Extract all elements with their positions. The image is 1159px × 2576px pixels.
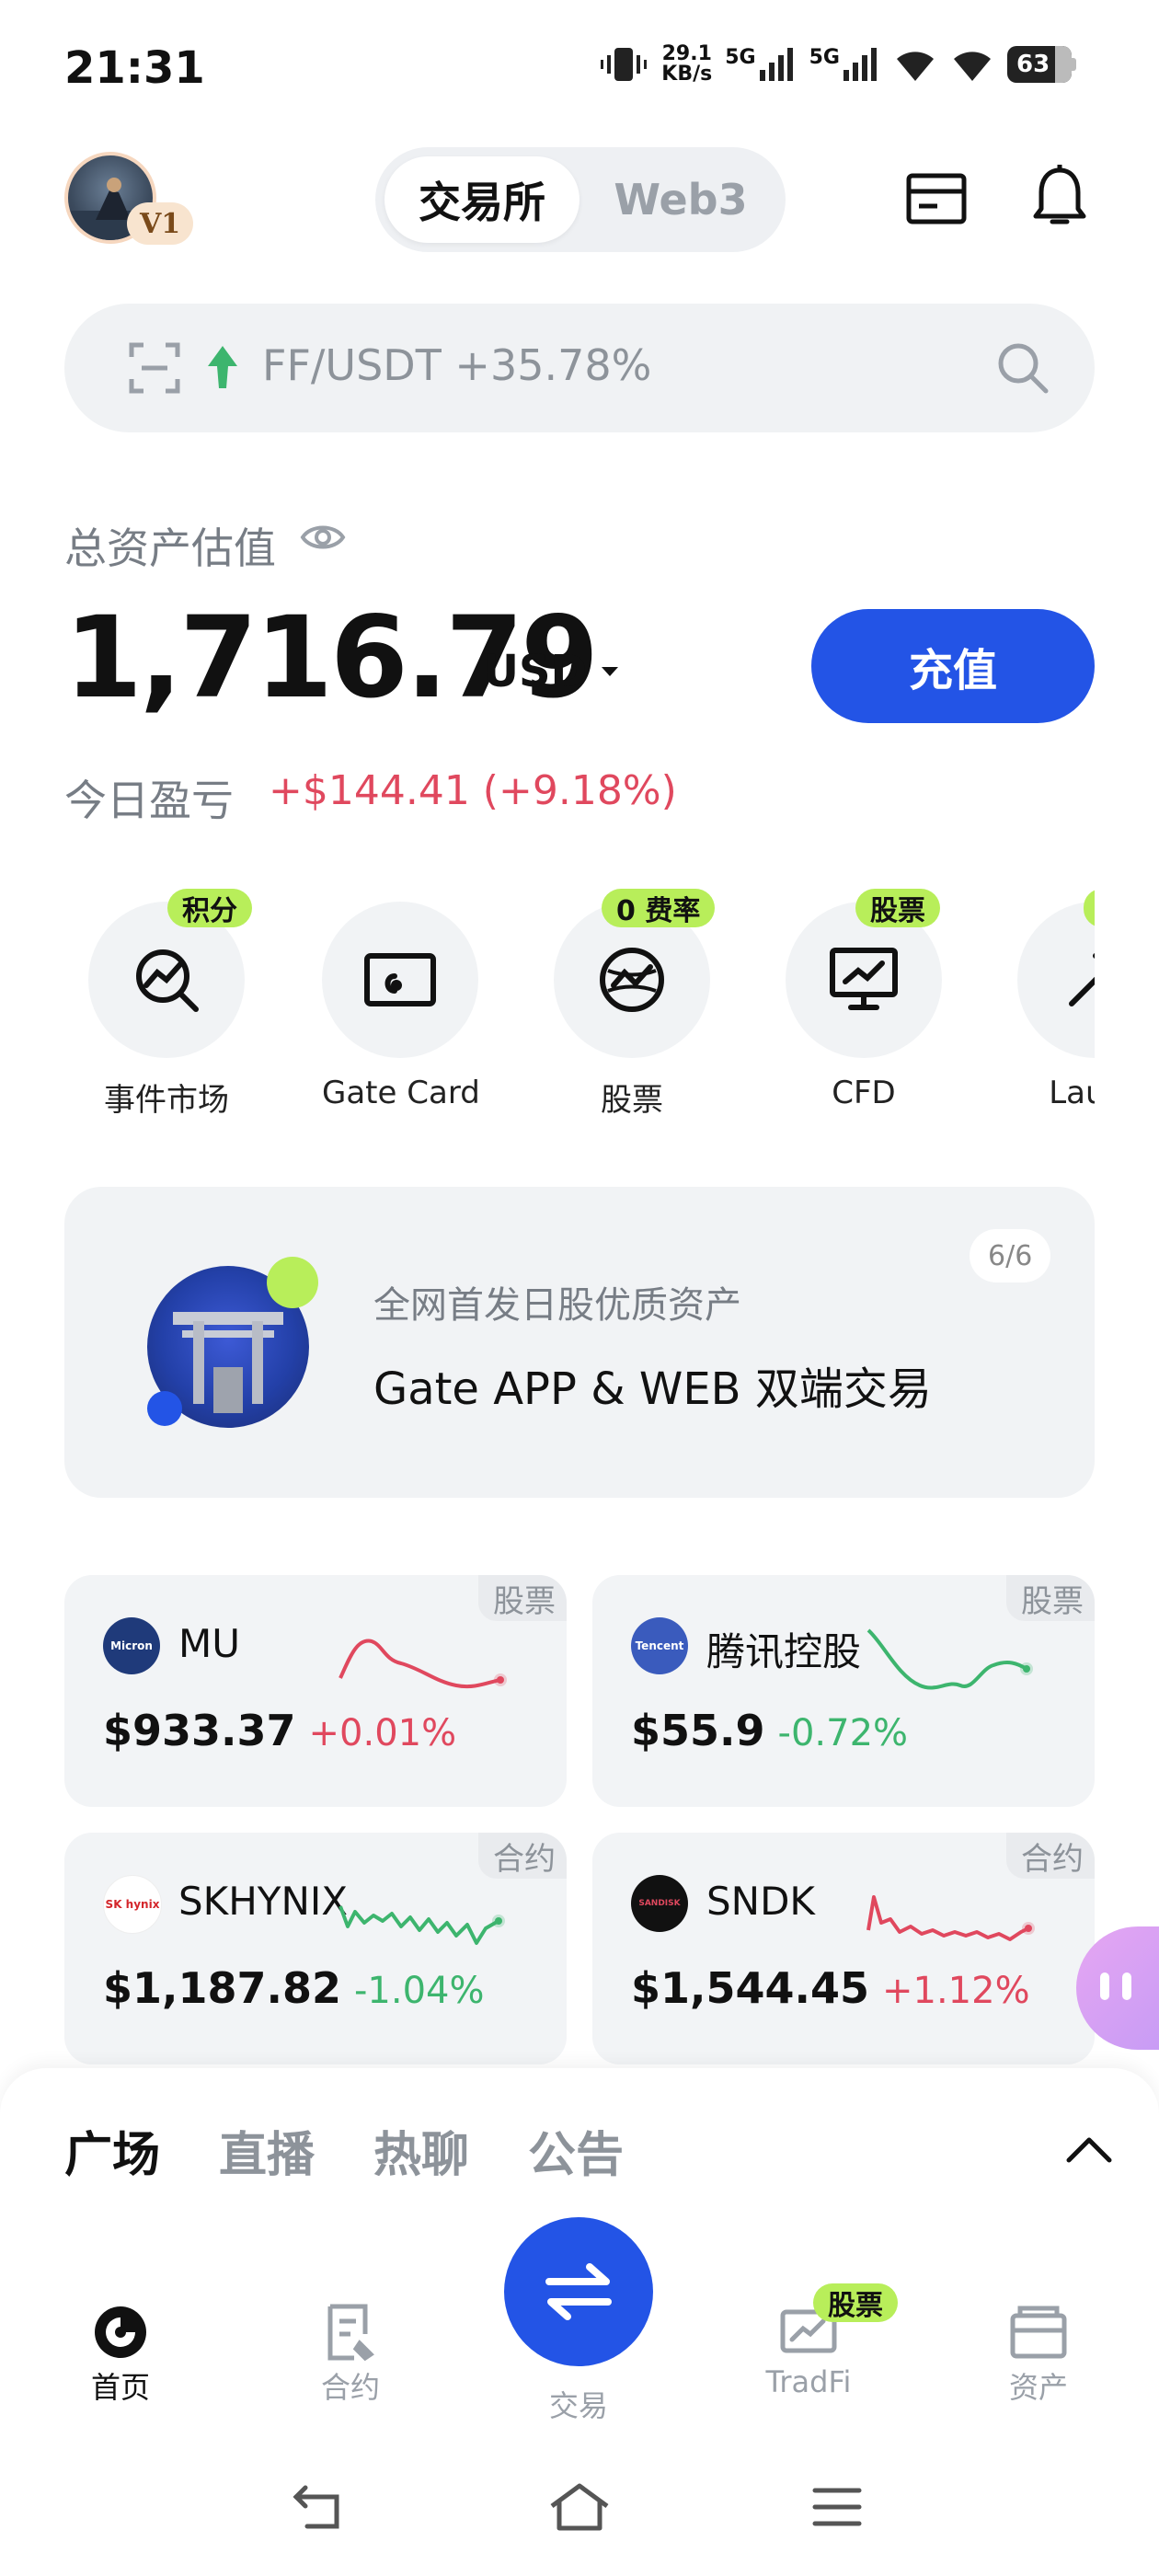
banner-title: Gate APP & WEB 双端交易 <box>373 1363 932 1415</box>
banner-decor-dot <box>267 1257 318 1308</box>
chevron-up-icon[interactable] <box>1065 2134 1113 2168</box>
eye-icon[interactable] <box>300 521 346 558</box>
shortcut-launch-clip: Launc <box>1017 889 1095 1119</box>
currency-selector[interactable]: USD <box>483 646 620 697</box>
total-assets-label: 总资产估值 <box>64 523 276 573</box>
market-card-tencent[interactable]: 股票 Tencent 腾讯控股 $55.9 -0.72% <box>592 1575 1095 1807</box>
shortcut-tag: 股票 <box>855 889 940 927</box>
today-pnl-label: 今日盈亏 <box>64 776 234 825</box>
status-time: 21:31 <box>64 42 205 94</box>
market-card-skhynix[interactable]: 合约 SK hynix SKHYNIX $1,187.82 -1.04% <box>64 1833 567 2064</box>
assistant-float-button[interactable] <box>1076 1926 1159 2050</box>
nav-assets[interactable]: 资产 <box>970 2300 1107 2407</box>
card-icon <box>364 953 436 1006</box>
sparkline-chart <box>339 1905 505 1945</box>
shortcut-stocks[interactable]: 股票 0 费率 <box>554 889 716 1120</box>
market-card-mu[interactable]: 股票 Micron MU $933.37 +0.01% <box>64 1575 567 1807</box>
home-icon <box>52 2300 189 2364</box>
market-type-tag: 股票 <box>478 1575 567 1621</box>
sim2-signal: 5G <box>809 48 880 81</box>
banner-subtitle: 全网首发日股优质资产 <box>373 1284 741 1327</box>
shortcut-launch[interactable]: Launc <box>1017 889 1095 1111</box>
monitor-chart-icon <box>830 948 898 1010</box>
nav-contract[interactable]: 合约 <box>281 2300 419 2407</box>
price-change: +0.01% <box>308 1712 457 1754</box>
notification-bell-icon[interactable] <box>1027 164 1093 230</box>
nav-trade-label[interactable]: 交易 <box>510 2383 648 2425</box>
sheet-tab-chat[interactable]: 热聊 <box>373 2116 469 2185</box>
search-icon[interactable] <box>995 340 1050 399</box>
deposit-button[interactable]: 充值 <box>811 609 1095 723</box>
search-trending-text: FF/USDT +35.78% <box>262 340 652 390</box>
shortcut-tag: 积分 <box>167 889 252 927</box>
market-price: $1,187.82 -1.04% <box>103 1963 485 2013</box>
sheet-tab-live[interactable]: 直播 <box>219 2116 315 2185</box>
trade-button[interactable] <box>504 2217 653 2366</box>
rocket-icon <box>1069 953 1095 1006</box>
market-name: SNDK <box>706 1879 815 1924</box>
micron-logo: Micron <box>103 1617 160 1674</box>
market-type-tag: 合约 <box>478 1833 567 1879</box>
market-name: 腾讯控股 <box>706 1629 862 1674</box>
sim1-signal: 5G <box>725 48 796 81</box>
chart-search-icon <box>136 949 199 1012</box>
shortcut-event-market[interactable]: 事件市场 积分 <box>88 889 252 1120</box>
market-name: MU <box>178 1621 240 1666</box>
trending-up-arrow-icon <box>204 344 241 394</box>
system-home-icon[interactable] <box>548 2482 611 2536</box>
net-speed: 29.1 KB/s <box>661 42 713 86</box>
vibrate-icon <box>601 48 648 81</box>
tencent-logo: Tencent <box>631 1617 688 1674</box>
system-back-icon[interactable] <box>291 2484 350 2536</box>
status-icons: 29.1 KB/s 5G 5G 63 <box>599 44 1076 85</box>
skhynix-logo: SK hynix <box>103 1875 162 1934</box>
market-card-sndk[interactable]: 合约 SANDISK SNDK $1,544.45 +1.12% <box>592 1833 1095 2064</box>
price-change: +1.12% <box>882 1970 1030 2012</box>
sparkline-chart <box>866 1895 1035 1941</box>
sparkline-chart <box>866 1628 1033 1690</box>
globe-icon <box>600 948 664 1012</box>
wifi-icon <box>897 52 934 81</box>
market-price: $933.37 +0.01% <box>103 1706 457 1755</box>
sparkline-chart <box>339 1639 507 1689</box>
price-change: -1.04% <box>354 1970 485 2012</box>
robot-face-icon <box>1100 1972 1131 2000</box>
market-price: $1,544.45 +1.12% <box>631 1963 1030 2013</box>
market-price: $55.9 -0.72% <box>631 1706 909 1755</box>
caret-down-icon <box>602 667 619 676</box>
tradfi-tag: 股票 <box>813 2283 898 2322</box>
nav-home[interactable]: 首页 <box>52 2300 189 2407</box>
price-change: -0.72% <box>777 1712 909 1754</box>
tab-exchange[interactable]: 交易所 <box>384 156 580 243</box>
wallet-icon <box>970 2300 1107 2364</box>
signal-icon <box>759 48 793 81</box>
shortcut-gate-card[interactable]: Gate Card <box>322 902 480 1111</box>
banner-page-indicator: 6/6 <box>970 1229 1051 1282</box>
vip-level-badge: V1 <box>127 202 194 245</box>
shortcut-tag: 0 费率 <box>602 889 716 927</box>
scan-icon[interactable] <box>129 342 180 397</box>
market-name: SKHYNIX <box>178 1879 349 1924</box>
sheet-tab-square[interactable]: 广场 <box>64 2116 160 2185</box>
tab-web3[interactable]: Web3 <box>589 156 773 243</box>
system-menu-icon[interactable] <box>811 2486 863 2532</box>
swap-icon <box>545 2263 612 2320</box>
wifi-icon <box>954 52 991 81</box>
contract-icon <box>281 2300 419 2364</box>
banner-decor-dot <box>147 1391 182 1426</box>
signal-icon <box>843 48 877 81</box>
market-type-tag: 股票 <box>1006 1575 1095 1621</box>
today-pnl-value: +$144.41 (+9.18%) <box>269 767 677 814</box>
shortcut-cfd[interactable]: CFD 股票 <box>786 889 942 1111</box>
card-icon[interactable] <box>903 166 970 232</box>
sandisk-logo: SANDISK <box>631 1875 688 1932</box>
sheet-tab-announcement[interactable]: 公告 <box>528 2116 624 2185</box>
market-type-tag: 合约 <box>1006 1833 1095 1879</box>
battery-icon: 63 <box>1007 46 1076 83</box>
